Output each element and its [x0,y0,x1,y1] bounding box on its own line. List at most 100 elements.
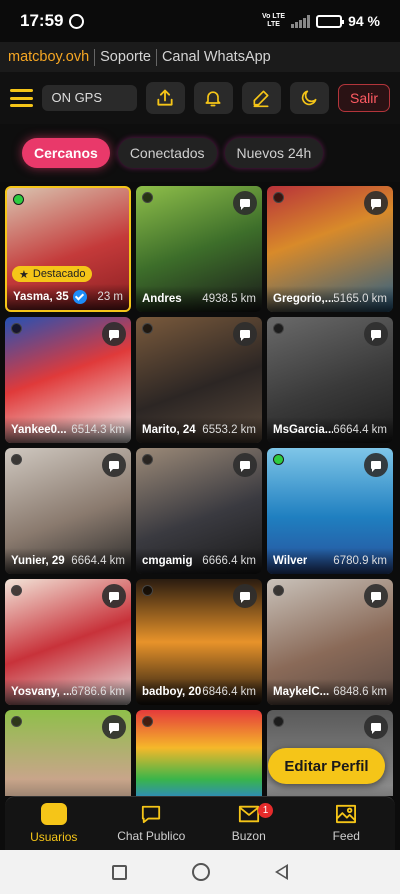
user-distance: 23 m [97,291,123,303]
chat-icon [142,805,161,824]
online-status-icon [273,192,284,203]
edit-profile-button[interactable]: Editar Perfil [268,748,385,784]
user-card[interactable] [5,710,131,796]
online-status-icon [273,716,284,727]
mail-icon [238,805,259,823]
user-name: MaykelC... [273,686,330,698]
user-name: Gregorio,... [273,293,334,305]
notifications-button[interactable] [193,82,233,114]
network-indicator: Vo LTE LTE [262,13,286,28]
gps-input[interactable]: ON GPS [42,85,137,111]
user-name: Yankee0... [11,424,67,436]
user-info: Gregorio,... 5165.0 km [267,286,393,312]
user-distance: 6846.4 km [202,686,256,698]
bottom-nav: Usuarios Chat Publico 1 Buzon Feed [5,796,395,850]
online-status-icon [11,454,22,465]
nav-buzon[interactable]: 1 Buzon [200,797,298,850]
user-card[interactable]: MsGarcia... 6664.4 km [267,317,393,443]
user-distance: 5165.0 km [333,293,387,305]
status-bar: 17:59 Vo LTE LTE 94 % [0,0,400,42]
user-distance: 6848.6 km [333,686,387,698]
online-status-icon [142,585,153,596]
message-icon[interactable] [102,584,126,608]
status-time: 17:59 [20,11,64,30]
user-card[interactable]: Yosvany, ... 6786.6 km [5,579,131,705]
online-status-icon [273,323,284,334]
user-name: Wilver [273,555,308,567]
user-card[interactable]: Wilver 6780.9 km [267,448,393,574]
user-distance: 6664.4 km [333,424,387,436]
message-icon[interactable] [102,322,126,346]
user-card[interactable]: Andres 4938.5 km [136,186,262,312]
user-name: cmgamig [142,555,193,567]
star-icon: ★ [19,268,29,281]
message-icon[interactable] [233,584,257,608]
nav-chat-publico[interactable]: Chat Publico [103,797,201,850]
nav-label: Chat Publico [117,829,186,843]
unread-badge: 1 [258,803,273,818]
user-name: Yasma, 35 [13,291,69,303]
message-icon[interactable] [233,191,257,215]
message-icon[interactable] [364,584,388,608]
menu-icon[interactable] [10,89,34,107]
user-info: badboy, 20 6846.4 km [136,679,262,705]
user-card[interactable]: Gregorio,... 5165.0 km [267,186,393,312]
user-grid: ★ Destacado Yasma, 35 23 m Andres 4938.5 km Gr… [5,186,395,796]
user-info: Yasma, 35 23 m [7,284,129,310]
user-card[interactable]: Yankee0... 6514.3 km [5,317,131,443]
nav-feed[interactable]: Feed [298,797,396,850]
user-info: MaykelC... 6848.6 km [267,679,393,705]
share-button[interactable] [145,82,185,114]
user-info: Andres 4938.5 km [136,286,262,312]
moon-icon [302,90,317,106]
nav-label: Buzon [231,829,266,843]
whatsapp-channel-link[interactable]: Canal WhatsApp [162,49,271,65]
edit-button[interactable] [241,82,281,114]
support-link[interactable]: Soporte [100,49,151,65]
message-icon[interactable] [102,453,126,477]
user-card[interactable]: Yunier, 29 6664.4 km [5,448,131,574]
user-card[interactable] [136,710,262,796]
system-nav-bar [0,850,400,894]
image-icon [336,804,357,824]
user-card[interactable]: Marito, 24 6553.2 km [136,317,262,443]
message-icon[interactable] [364,453,388,477]
message-icon[interactable] [364,715,388,739]
brand-link[interactable]: matcboy.ovh [8,49,89,65]
message-icon[interactable] [364,191,388,215]
pencil-icon [253,90,269,108]
user-name: Marito, 24 [142,424,196,436]
online-status-icon [142,454,153,465]
user-distance: 6553.2 km [202,424,256,436]
online-status-icon [142,323,153,334]
user-card[interactable]: badboy, 20 6846.4 km [136,579,262,705]
battery-icon [316,14,345,28]
featured-badge: ★ Destacado [12,266,93,282]
message-icon[interactable] [364,322,388,346]
message-icon[interactable] [233,453,257,477]
user-distance: 6666.4 km [202,555,256,567]
logout-button[interactable]: Salir [337,84,390,112]
tab-cercanos[interactable]: Cercanos [22,138,110,168]
online-status-icon [11,716,22,727]
message-icon[interactable] [233,322,257,346]
user-info: MsGarcia... 6664.4 km [267,417,393,443]
dark-mode-button[interactable] [289,82,329,114]
user-card[interactable]: cmgamig 6666.4 km [136,448,262,574]
tab-nuevos-24h[interactable]: Nuevos 24h [224,138,324,168]
recents-icon[interactable] [112,864,128,880]
user-distance: 6664.4 km [71,555,125,567]
back-icon[interactable] [274,864,288,880]
nav-usuarios[interactable]: Usuarios [5,797,103,850]
user-name: Andres [142,293,182,305]
share-icon [157,89,173,106]
user-card[interactable]: ★ Destacado Yasma, 35 23 m [5,186,131,312]
online-status-icon [273,585,284,596]
user-info: Wilver 6780.9 km [267,548,393,574]
message-icon[interactable] [102,715,126,739]
toolbar: ON GPS Salir [0,72,400,124]
user-card[interactable]: MaykelC... 6848.6 km [267,579,393,705]
home-icon[interactable] [191,863,210,881]
user-name: MsGarcia... [273,424,334,436]
tab-conectados[interactable]: Conectados [117,138,217,168]
